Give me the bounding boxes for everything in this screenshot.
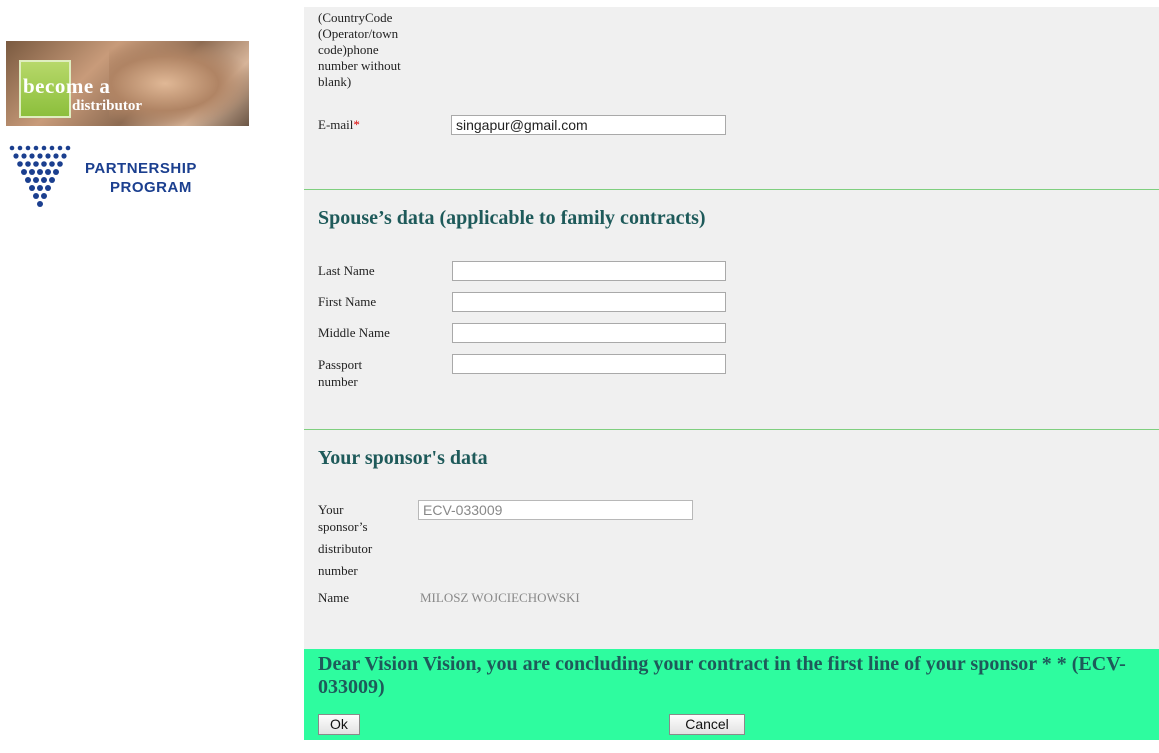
required-mark: * — [353, 117, 360, 132]
sponsor-section-heading: Your sponsor's data — [318, 447, 488, 469]
phone-hint-line3: code)phone — [318, 42, 379, 57]
spouse-last-name-label: Last Name — [318, 263, 375, 278]
email-label: E-mail* — [318, 117, 360, 133]
ok-button[interactable]: Ok — [318, 714, 360, 735]
banner-line1: become a — [23, 74, 111, 98]
spouse-passport-label-line2: number — [318, 374, 358, 389]
phone-hint-line5: blank) — [318, 74, 352, 89]
sponsor-number-label-line2: sponsor’s — [318, 519, 368, 534]
spouse-first-name-input[interactable] — [452, 292, 726, 312]
phone-hint-line2: (Operator/town — [318, 26, 399, 41]
sponsor-name-label: Name — [318, 590, 350, 605]
sponsor-number-label-line3: distributor — [318, 541, 373, 556]
spouse-middle-name-input[interactable] — [452, 323, 726, 343]
spouse-passport-input[interactable] — [452, 354, 726, 374]
become-distributor-banner[interactable]: become a distributor — [6, 41, 249, 126]
spouse-middle-name-label: Middle Name — [318, 325, 390, 340]
registration-form-panel — [304, 7, 1159, 740]
cancel-button[interactable]: Cancel — [669, 714, 745, 735]
spouse-last-name-input[interactable] — [452, 261, 726, 281]
sponsor-name-value: MILOSZ WOJCIECHOWSKI — [420, 590, 580, 605]
program-word: PROGRAM — [110, 179, 192, 196]
sponsor-number-label-line1: Your — [318, 502, 344, 517]
confirmation-message: Dear Vision Vision, you are concluding y… — [318, 653, 1126, 698]
sponsor-number-input[interactable] — [418, 500, 693, 520]
email-label-text: E-mail — [318, 117, 354, 132]
section-divider — [304, 429, 1159, 430]
spouse-passport-label-line1: Passport — [318, 357, 363, 372]
email-input[interactable] — [451, 115, 726, 135]
sponsor-number-label-line4: number — [318, 563, 358, 578]
phone-hint-line1: (CountryCode — [318, 10, 393, 25]
dot-triangle-icon — [9, 145, 71, 207]
section-divider — [304, 189, 1159, 190]
spouse-section-heading: Spouse’s data (applicable to family cont… — [318, 207, 706, 229]
banner-line2: distributor — [72, 98, 143, 114]
partnership-program-logo[interactable]: PARTNERSHIP PROGRAM — [6, 140, 256, 210]
phone-hint-line4: number without — [318, 58, 401, 73]
partnership-word: PARTNERSHIP — [85, 160, 197, 177]
spouse-first-name-label: First Name — [318, 294, 377, 309]
